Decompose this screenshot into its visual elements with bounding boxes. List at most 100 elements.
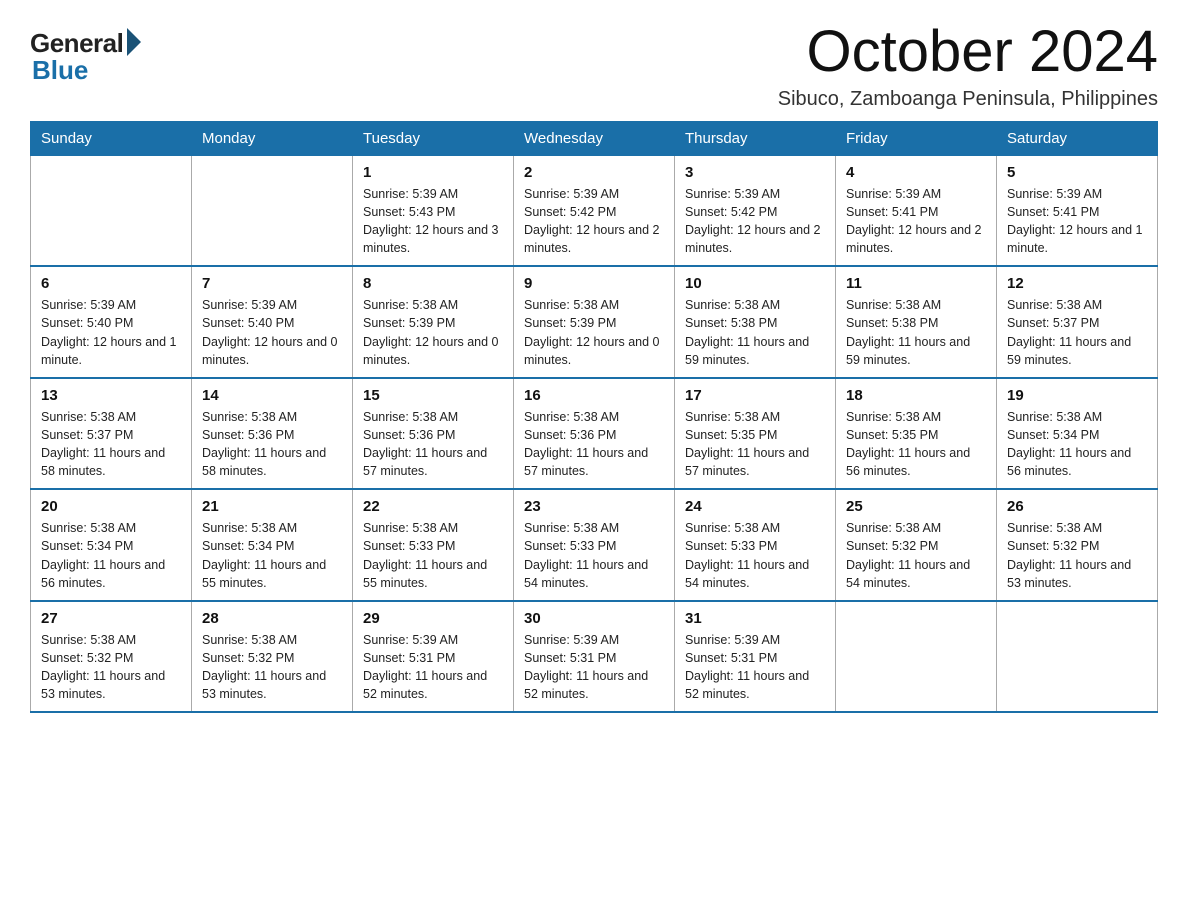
calendar-cell: 20 Sunrise: 5:38 AM Sunset: 5:34 PM Dayli… (31, 489, 192, 601)
day-info: Sunrise: 5:38 AM Sunset: 5:35 PM Dayligh… (846, 408, 986, 481)
calendar-cell: 3Sunrise: 5:39 AM Sunset: 5:42 PM Daylig… (675, 155, 836, 266)
day-info: Sunrise: 5:38 AM Sunset: 5:34 PM Dayligh… (1007, 408, 1147, 481)
day-number: 23 (524, 498, 664, 515)
calendar-cell: 15 Sunrise: 5:38 AM Sunset: 5:36 PM Dayli… (353, 378, 514, 490)
logo: General Blue (30, 20, 141, 86)
day-number: 1 (363, 164, 503, 181)
day-info: Sunrise: 5:38 AM Sunset: 5:32 PM Dayligh… (202, 631, 342, 704)
day-number: 17 (685, 387, 825, 404)
day-of-week-header: Friday (836, 121, 997, 155)
day-number: 9 (524, 275, 664, 292)
day-number: 20 (41, 498, 181, 515)
calendar-cell: 11Sunrise: 5:38 AM Sunset: 5:38 PM Dayli… (836, 266, 997, 378)
day-info: Sunrise: 5:38 AM Sunset: 5:36 PM Dayligh… (202, 408, 342, 481)
day-info: Sunrise: 5:38 AM Sunset: 5:33 PM Dayligh… (524, 519, 664, 592)
calendar-week-row: 13Sunrise: 5:38 AM Sunset: 5:37 PM Dayli… (31, 378, 1158, 490)
calendar-cell: 25 Sunrise: 5:38 AM Sunset: 5:32 PM Dayli… (836, 489, 997, 601)
calendar-cell: 26 Sunrise: 5:38 AM Sunset: 5:32 PM Dayli… (997, 489, 1158, 601)
day-info: Sunrise: 5:39 AM Sunset: 5:41 PM Dayligh… (1007, 185, 1147, 258)
day-info: Sunrise: 5:38 AM Sunset: 5:33 PM Dayligh… (363, 519, 503, 592)
day-of-week-header: Saturday (997, 121, 1158, 155)
calendar-cell: 30 Sunrise: 5:39 AM Sunset: 5:31 PM Dayli… (514, 601, 675, 713)
calendar-table: SundayMondayTuesdayWednesdayThursdayFrid… (30, 121, 1158, 714)
calendar-week-row: 27Sunrise: 5:38 AM Sunset: 5:32 PM Dayli… (31, 601, 1158, 713)
calendar-cell (192, 155, 353, 266)
day-of-week-header: Monday (192, 121, 353, 155)
calendar-subtitle: Sibuco, Zamboanga Peninsula, Philippines (778, 88, 1158, 111)
day-number: 16 (524, 387, 664, 404)
day-info: Sunrise: 5:39 AM Sunset: 5:40 PM Dayligh… (202, 296, 342, 369)
calendar-cell: 23 Sunrise: 5:38 AM Sunset: 5:33 PM Dayli… (514, 489, 675, 601)
calendar-cell: 10 Sunrise: 5:38 AM Sunset: 5:38 PM Dayli… (675, 266, 836, 378)
calendar-week-row: 1 Sunrise: 5:39 AM Sunset: 5:43 PM Daylig… (31, 155, 1158, 266)
day-info: Sunrise: 5:39 AM Sunset: 5:31 PM Dayligh… (363, 631, 503, 704)
logo-blue-text: Blue (32, 55, 88, 86)
day-info: Sunrise: 5:38 AM Sunset: 5:33 PM Dayligh… (685, 519, 825, 592)
calendar-cell: 6 Sunrise: 5:39 AM Sunset: 5:40 PM Daylig… (31, 266, 192, 378)
day-number: 22 (363, 498, 503, 515)
calendar-cell: 19 Sunrise: 5:38 AM Sunset: 5:34 PM Dayli… (997, 378, 1158, 490)
calendar-cell: 16Sunrise: 5:38 AM Sunset: 5:36 PM Dayli… (514, 378, 675, 490)
day-number: 10 (685, 275, 825, 292)
day-of-week-header: Wednesday (514, 121, 675, 155)
calendar-cell: 4 Sunrise: 5:39 AM Sunset: 5:41 PM Daylig… (836, 155, 997, 266)
calendar-cell: 24 Sunrise: 5:38 AM Sunset: 5:33 PM Dayli… (675, 489, 836, 601)
day-of-week-header: Tuesday (353, 121, 514, 155)
calendar-week-row: 20 Sunrise: 5:38 AM Sunset: 5:34 PM Dayli… (31, 489, 1158, 601)
calendar-cell (997, 601, 1158, 713)
day-info: Sunrise: 5:39 AM Sunset: 5:40 PM Dayligh… (41, 296, 181, 369)
day-number: 7 (202, 275, 342, 292)
day-info: Sunrise: 5:39 AM Sunset: 5:43 PM Dayligh… (363, 185, 503, 258)
day-number: 4 (846, 164, 986, 181)
day-of-week-header: Sunday (31, 121, 192, 155)
day-info: Sunrise: 5:39 AM Sunset: 5:42 PM Dayligh… (685, 185, 825, 258)
day-info: Sunrise: 5:39 AM Sunset: 5:41 PM Dayligh… (846, 185, 986, 258)
day-number: 31 (685, 610, 825, 627)
calendar-cell: 14 Sunrise: 5:38 AM Sunset: 5:36 PM Dayli… (192, 378, 353, 490)
day-number: 6 (41, 275, 181, 292)
day-info: Sunrise: 5:38 AM Sunset: 5:32 PM Dayligh… (41, 631, 181, 704)
calendar-cell: 17 Sunrise: 5:38 AM Sunset: 5:35 PM Dayli… (675, 378, 836, 490)
day-number: 25 (846, 498, 986, 515)
calendar-header-row: SundayMondayTuesdayWednesdayThursdayFrid… (31, 121, 1158, 155)
day-info: Sunrise: 5:39 AM Sunset: 5:31 PM Dayligh… (524, 631, 664, 704)
day-info: Sunrise: 5:38 AM Sunset: 5:39 PM Dayligh… (524, 296, 664, 369)
day-info: Sunrise: 5:39 AM Sunset: 5:42 PM Dayligh… (524, 185, 664, 258)
day-info: Sunrise: 5:38 AM Sunset: 5:37 PM Dayligh… (1007, 296, 1147, 369)
day-number: 28 (202, 610, 342, 627)
calendar-cell: 12Sunrise: 5:38 AM Sunset: 5:37 PM Dayli… (997, 266, 1158, 378)
logo-arrow-icon (127, 28, 141, 56)
day-number: 2 (524, 164, 664, 181)
day-number: 30 (524, 610, 664, 627)
day-number: 15 (363, 387, 503, 404)
day-number: 19 (1007, 387, 1147, 404)
day-number: 14 (202, 387, 342, 404)
calendar-cell: 29 Sunrise: 5:39 AM Sunset: 5:31 PM Dayli… (353, 601, 514, 713)
calendar-cell: 22 Sunrise: 5:38 AM Sunset: 5:33 PM Dayli… (353, 489, 514, 601)
calendar-cell: 13Sunrise: 5:38 AM Sunset: 5:37 PM Dayli… (31, 378, 192, 490)
day-number: 24 (685, 498, 825, 515)
calendar-cell: 1 Sunrise: 5:39 AM Sunset: 5:43 PM Daylig… (353, 155, 514, 266)
day-number: 11 (846, 275, 986, 292)
day-info: Sunrise: 5:38 AM Sunset: 5:32 PM Dayligh… (1007, 519, 1147, 592)
calendar-week-row: 6 Sunrise: 5:39 AM Sunset: 5:40 PM Daylig… (31, 266, 1158, 378)
calendar-cell: 18Sunrise: 5:38 AM Sunset: 5:35 PM Dayli… (836, 378, 997, 490)
calendar-cell: 28 Sunrise: 5:38 AM Sunset: 5:32 PM Dayli… (192, 601, 353, 713)
calendar-cell (836, 601, 997, 713)
calendar-title: October 2024 (778, 20, 1158, 84)
day-number: 8 (363, 275, 503, 292)
day-info: Sunrise: 5:38 AM Sunset: 5:39 PM Dayligh… (363, 296, 503, 369)
day-info: Sunrise: 5:38 AM Sunset: 5:34 PM Dayligh… (41, 519, 181, 592)
calendar-cell: 7 Sunrise: 5:39 AM Sunset: 5:40 PM Daylig… (192, 266, 353, 378)
day-number: 26 (1007, 498, 1147, 515)
calendar-cell (31, 155, 192, 266)
day-info: Sunrise: 5:38 AM Sunset: 5:35 PM Dayligh… (685, 408, 825, 481)
page-header: General Blue October 2024 Sibuco, Zamboa… (30, 20, 1158, 111)
calendar-cell: 2 Sunrise: 5:39 AM Sunset: 5:42 PM Daylig… (514, 155, 675, 266)
day-number: 5 (1007, 164, 1147, 181)
day-number: 29 (363, 610, 503, 627)
calendar-cell: 9 Sunrise: 5:38 AM Sunset: 5:39 PM Daylig… (514, 266, 675, 378)
day-info: Sunrise: 5:38 AM Sunset: 5:38 PM Dayligh… (685, 296, 825, 369)
day-info: Sunrise: 5:38 AM Sunset: 5:32 PM Dayligh… (846, 519, 986, 592)
day-info: Sunrise: 5:38 AM Sunset: 5:36 PM Dayligh… (363, 408, 503, 481)
